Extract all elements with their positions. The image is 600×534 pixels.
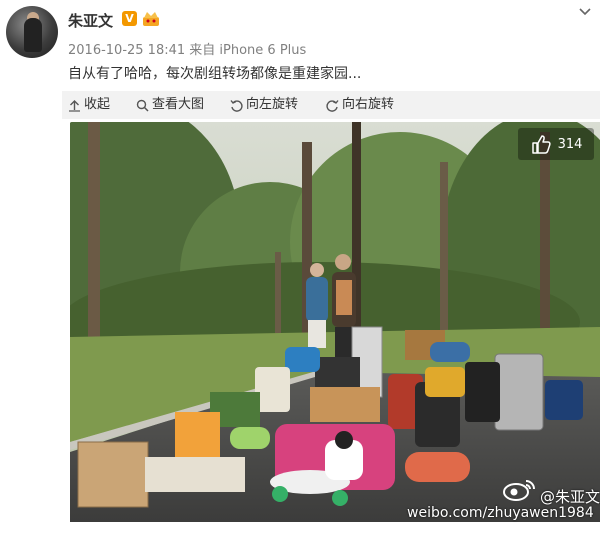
view-large-button[interactable]: 查看大图	[136, 91, 204, 119]
collapse-button[interactable]: 收起	[68, 91, 110, 119]
username[interactable]: 朱亚文	[68, 10, 113, 31]
rotate-left-label: 向左旋转	[246, 97, 299, 112]
avatar[interactable]	[6, 6, 58, 58]
arrow-up-icon	[69, 99, 80, 112]
watermark-url: weibo.com/zhuyawen1984	[407, 505, 594, 521]
chevron-down-icon[interactable]	[578, 6, 592, 18]
like-button[interactable]: 314	[518, 128, 594, 160]
post-photo[interactable]: 314	[70, 122, 600, 522]
image-toolbar: 收起 查看大图 向左旋转 向右旋转	[62, 91, 600, 119]
post-header: 朱亚文 V 2016-10-25 18:41 来自 iPhone 6 Plus …	[0, 0, 600, 88]
like-count: 314	[557, 136, 583, 152]
rotate-right-label: 向右旋转	[342, 97, 395, 112]
verified-badge-icon: V	[122, 11, 137, 26]
search-icon	[136, 99, 149, 112]
watermark-name: @朱亚文	[540, 488, 600, 506]
rotate-left-icon	[230, 99, 243, 112]
collapse-label: 收起	[84, 97, 111, 112]
crown-icon[interactable]	[142, 10, 160, 27]
rotate-right-button[interactable]: 向右旋转	[326, 91, 394, 119]
weibo-eye-logo	[503, 480, 535, 501]
photo-scene	[70, 122, 600, 522]
thumbs-up-icon	[531, 135, 551, 154]
view-large-label: 查看大图	[152, 97, 205, 112]
rotate-left-button[interactable]: 向左旋转	[230, 91, 298, 119]
post-text: 自从有了哈哈，每次剧组转场都像是重建家园...	[68, 66, 362, 82]
post-timestamp[interactable]: 2016-10-25 18:41 来自 iPhone 6 Plus	[68, 39, 306, 58]
rotate-right-icon	[326, 99, 339, 112]
